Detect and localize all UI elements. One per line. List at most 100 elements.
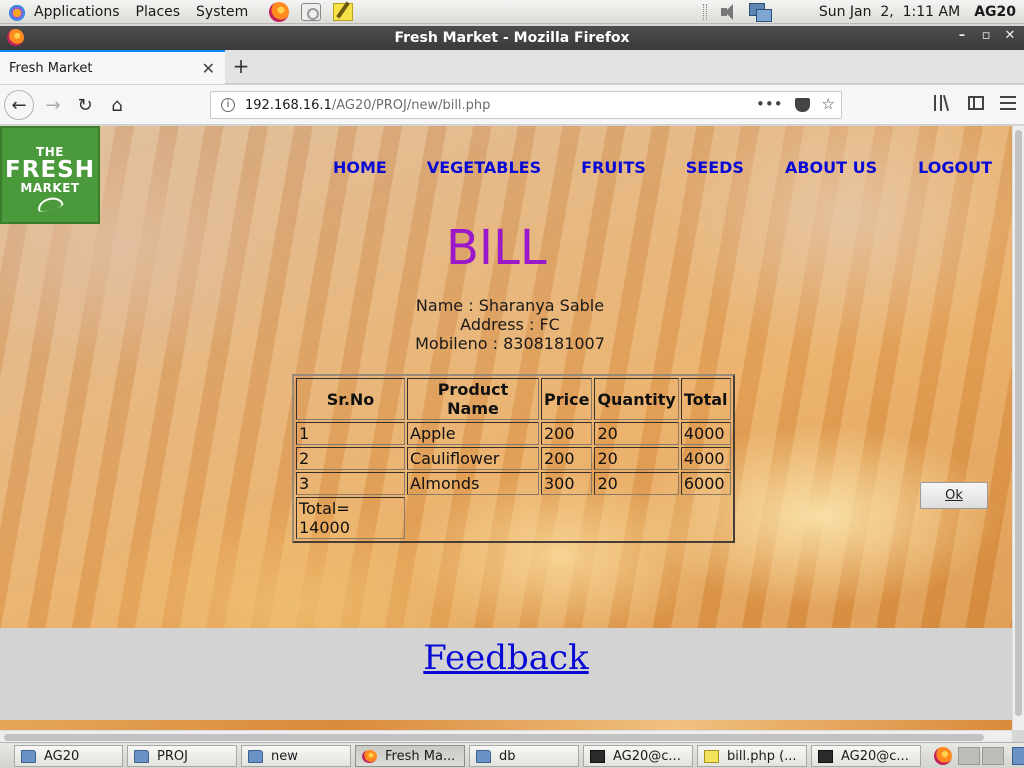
hamburger-menu-icon[interactable] [1000,96,1016,110]
customer-mobile: Mobileno : 8308181007 [415,334,605,353]
bill-title: BILL [446,220,547,276]
url-host: 192.168.16.1 [245,97,332,113]
fresh-market-logo[interactable]: THE FRESH MARKET [0,126,100,224]
header-total: Total [680,378,731,420]
nav-fruits-link[interactable]: FRUITS [581,158,646,177]
library-icon[interactable] [934,95,952,111]
bill-table: Sr.No Product Name Price Quantity Total … [292,374,735,543]
page-actions-icon[interactable]: ••• [756,95,783,113]
header-quantity: Quantity [594,378,679,420]
maximize-icon[interactable]: ▫ [978,28,994,43]
taskbar: AG20 PROJ new Fresh Ma... db AG20@c... b… [0,742,1024,768]
tab-fresh-market[interactable]: Fresh Market ✕ [0,50,225,84]
tab-strip: Fresh Market ✕ + [0,50,1024,84]
tab-close-icon[interactable]: ✕ [202,59,215,78]
cell-total: 4000 [680,447,731,470]
new-tab-button[interactable]: + [230,54,252,78]
table-row: 3 Almonds 300 20 6000 [296,472,731,495]
taskbar-item-new[interactable]: new [241,745,351,767]
taskbar-item-db[interactable]: db [469,745,579,767]
gnome-foot-icon [8,2,26,21]
taskbar-item-bill-php[interactable]: bill.php (... [697,745,807,767]
taskbar-item-proj[interactable]: PROJ [127,745,237,767]
nav-vegetables-link[interactable]: VEGETABLES [427,158,541,177]
pocket-icon[interactable] [794,98,810,112]
workspace-switcher[interactable] [934,747,1024,765]
page-viewport: THE FRESH MARKET HOME VEGETABLES FRUITS … [0,126,1012,730]
forward-button[interactable]: → [38,90,68,120]
taskbar-item-ag20[interactable]: AG20 [14,745,123,767]
cell-product-name: Cauliflower [407,447,539,470]
footer-strip [0,720,1012,730]
panel-user[interactable]: AG20 [974,4,1016,20]
nav-logout-link[interactable]: LOGOUT [918,158,992,177]
workspace-3-icon[interactable] [982,747,1004,765]
back-button[interactable]: ← [4,90,34,120]
cell-sr-no: 1 [296,422,405,445]
workspace-2-icon[interactable] [958,747,980,765]
places-menu[interactable]: Places [128,0,189,24]
applications-menu-label: Applications [34,3,120,20]
tab-title: Fresh Market [9,60,93,76]
window-title-bar: Fresh Market - Mozilla Firefox – ▫ ✕ [0,26,1024,50]
cell-total: 6000 [680,472,731,495]
system-menu[interactable]: System [188,0,256,24]
firefox-icon [362,749,377,763]
taskbar-item-label: new [271,748,298,764]
minimize-icon[interactable]: – [954,28,970,43]
folder-icon [248,749,263,763]
taskbar-item-fresh-market[interactable]: Fresh Ma... [355,745,465,767]
mail-launcher[interactable] [300,2,322,22]
notes-launcher[interactable] [332,2,354,22]
taskbar-item-terminal-1[interactable]: AG20@c... [583,745,693,767]
bookmark-star-icon[interactable]: ☆ [822,95,835,113]
table-row: 2 Cauliflower 200 20 4000 [296,447,731,470]
nav-home-link[interactable]: HOME [333,158,387,177]
vertical-scrollbar-thumb[interactable] [1015,130,1022,716]
taskbar-item-label: PROJ [157,748,188,764]
close-icon[interactable]: ✕ [1002,28,1018,43]
cell-sr-no: 3 [296,472,405,495]
feedback-link[interactable]: Feedback [423,638,588,678]
ok-button[interactable]: Ok [920,482,988,509]
cell-quantity: 20 [594,447,679,470]
cell-price: 300 [541,472,593,495]
vertical-scrollbar[interactable] [1012,126,1024,730]
nav-seeds-link[interactable]: SEEDS [686,158,744,177]
firefox-launcher[interactable] [268,1,290,22]
nav-about-link[interactable]: ABOUT US [785,158,877,177]
home-button[interactable]: ⌂ [102,90,132,120]
info-icon[interactable]: i [221,98,235,112]
cell-total: 4000 [680,422,731,445]
url-bar[interactable]: i 192.168.16.1/AG20/PROJ/new/bill.php ••… [210,91,842,119]
site-nav: HOME VEGETABLES FRUITS SEEDS ABOUT US LO… [333,158,992,177]
applications-menu[interactable]: Applications [0,0,128,24]
panel-grip [702,4,707,20]
folder-icon [21,749,36,763]
trash-icon[interactable] [1012,747,1024,765]
leaf-icon [35,194,65,214]
corn-background: THE FRESH MARKET HOME VEGETABLES FRUITS … [0,126,1012,628]
network-icon[interactable] [748,3,772,22]
folder-icon [476,749,491,763]
firefox-icon [934,747,952,765]
notes-icon [333,2,354,21]
sidebar-icon[interactable] [968,96,984,110]
folder-icon [134,749,149,763]
panel-clock[interactable]: Sun Jan 2, 1:11 AM [819,4,960,20]
reload-button[interactable]: ↻ [70,90,100,120]
horizontal-scrollbar-thumb[interactable] [4,734,984,741]
taskbar-item-label: AG20 [44,748,80,764]
customer-name: Name : Sharanya Sable [415,296,605,315]
taskbar-item-label: AG20@c... [613,748,681,764]
volume-icon[interactable] [720,4,739,20]
horizontal-scrollbar[interactable] [0,730,1012,742]
taskbar-item-label: Fresh Ma... [385,748,456,764]
bill-header-row: Sr.No Product Name Price Quantity Total [296,378,731,420]
taskbar-item-terminal-2[interactable]: AG20@c... [811,745,921,767]
logo-line-fresh: FRESH [5,157,95,183]
cell-product-name: Almonds [407,472,539,495]
cell-sr-no: 2 [296,447,405,470]
firefox-icon [7,29,24,46]
logo-line-market: MARKET [20,181,80,195]
